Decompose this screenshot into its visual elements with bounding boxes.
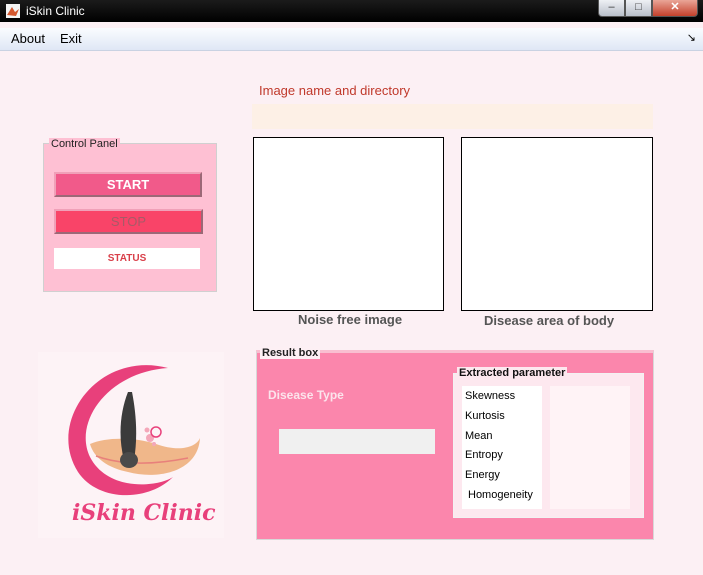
noise-free-image-axes — [253, 137, 444, 311]
param-kurtosis: Kurtosis — [465, 410, 505, 422]
result-box-legend: Result box — [260, 347, 321, 359]
result-box: Result box Disease Type Extracted parame… — [256, 347, 654, 540]
image-path-field[interactable] — [252, 104, 653, 129]
stop-button[interactable]: STOP — [54, 209, 203, 234]
control-panel-legend: Control Panel — [49, 138, 120, 150]
image-path-label: Image name and directory — [259, 83, 411, 98]
extracted-parameter-legend: Extracted parameter — [457, 367, 568, 379]
param-mean: Mean — [465, 430, 493, 442]
param-energy: Energy — [465, 469, 500, 481]
window-title: iSkin Clinic — [26, 4, 85, 18]
parameter-name-list: Skewness Kurtosis Mean Entropy Energy Ho… — [462, 386, 542, 509]
menu-about[interactable]: About — [11, 31, 45, 46]
close-button[interactable]: ✕ — [652, 0, 698, 17]
disease-type-label: Disease Type — [268, 388, 344, 402]
start-button[interactable]: START — [54, 172, 202, 197]
clinic-logo: iSkin Clinic — [38, 352, 224, 538]
param-skewness: Skewness — [465, 390, 516, 402]
menu-exit[interactable]: Exit — [60, 31, 82, 46]
param-entropy: Entropy — [465, 449, 503, 461]
matlab-app-icon — [6, 4, 20, 18]
disease-type-field — [279, 429, 435, 454]
noise-free-caption: Noise free image — [298, 312, 403, 327]
disease-area-image-axes — [461, 137, 653, 311]
dock-arrow-icon[interactable]: ↘ — [687, 31, 696, 44]
param-homogeneity: Homogeneity — [468, 489, 533, 501]
disease-area-caption: Disease area of body — [484, 313, 615, 328]
maximize-button[interactable]: □ — [625, 0, 652, 17]
status-indicator: STATUS — [54, 248, 200, 269]
app-window: iSkin Clinic – □ ✕ About Exit ↘ Image na… — [0, 0, 703, 575]
logo-text: iSkin Clinic — [72, 500, 216, 526]
control-panel: Control Panel START STOP STATUS — [43, 138, 217, 292]
extracted-parameter-panel: Extracted parameter Skewness Kurtosis Me… — [453, 367, 644, 518]
minimize-button[interactable]: – — [598, 0, 625, 17]
menu-bar: About Exit ↘ — [0, 28, 703, 51]
title-bar: iSkin Clinic – □ ✕ — [0, 0, 703, 22]
parameter-value-list — [550, 386, 630, 509]
